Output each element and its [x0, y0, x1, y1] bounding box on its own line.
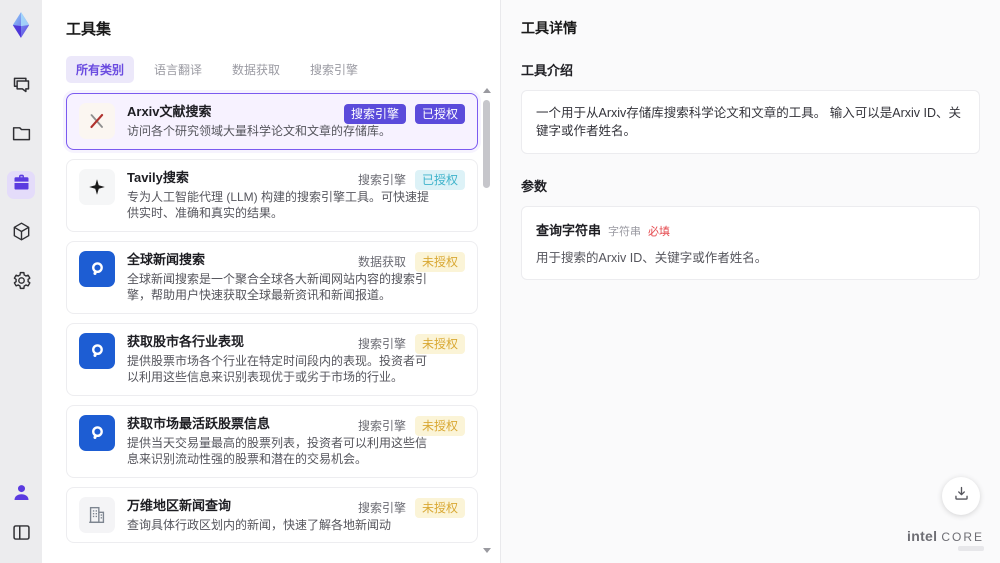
toolset-panel: 工具集 所有类别 语言翻译 数据获取 搜索引擎 Arxiv文献搜索 访问各个研究… — [42, 0, 500, 563]
intel-core-logo: intel core — [907, 528, 984, 551]
tab-all-categories[interactable]: 所有类别 — [66, 56, 135, 83]
packages-nav-button[interactable] — [7, 220, 35, 248]
user-icon — [11, 482, 32, 508]
download-button[interactable] — [942, 477, 980, 515]
category-label: 搜索引擎 — [357, 419, 406, 433]
tool-detail-panel: 工具详情 工具介绍 一个用于从Arxiv存储库搜索科学论文和文章的工具。 输入可… — [500, 0, 1000, 563]
files-nav-button[interactable] — [7, 122, 35, 150]
tab-data-fetch[interactable]: 数据获取 — [222, 56, 290, 83]
collapse-panel-button[interactable] — [7, 521, 35, 549]
rail-bottom — [7, 481, 35, 549]
settings-nav-button[interactable] — [7, 269, 35, 297]
scroll-down-arrow[interactable] — [482, 548, 491, 553]
intro-heading: 工具介绍 — [521, 63, 574, 78]
auth-status-badge: 未授权 — [414, 333, 465, 354]
tool-card-desc: 提供当天交易量最高的股票列表，投资者可以利用这些信息来识别流动性强的股票和潜在的… — [127, 435, 428, 467]
intel-sub-badge — [958, 546, 984, 551]
folder-icon — [11, 123, 32, 149]
account-button[interactable] — [7, 481, 35, 509]
toolset-title: 工具集 — [66, 21, 112, 38]
tool-card-global-news[interactable]: 全球新闻搜索 全球新闻搜索是一个聚合全球各大新闻网站内容的搜索引擎，帮助用户快速… — [66, 240, 478, 314]
tools-nav-button[interactable] — [7, 171, 35, 199]
auth-status-badge: 未授权 — [414, 497, 465, 518]
category-label: 搜索引擎 — [357, 173, 406, 187]
detail-title: 工具详情 — [521, 20, 577, 36]
gear-icon — [11, 270, 32, 296]
param-type: 字符串 — [608, 226, 642, 238]
tool-card-sector-performance[interactable]: 获取股市各行业表现 提供股票市场各个行业在特定时间段内的表现。投资者可以利用这些… — [66, 322, 478, 396]
tool-card-arxiv[interactable]: Arxiv文献搜索 访问各个研究领域大量科学论文和文章的存储库。 搜索引擎 已授… — [66, 93, 478, 150]
params-heading: 参数 — [521, 179, 548, 194]
tab-language-translation[interactable]: 语言翻译 — [144, 56, 212, 83]
param-required-flag: 必填 — [648, 226, 671, 238]
param-name: 查询字符串 — [536, 223, 602, 238]
scrollbar-thumb[interactable] — [483, 100, 490, 188]
tool-card-desc: 专为人工智能代理 (LLM) 构建的搜索引擎工具。可快速提供实时、准确和真实的结… — [127, 189, 430, 221]
scroll-up-arrow[interactable] — [482, 88, 491, 93]
blue-search-logo-icon — [79, 250, 115, 287]
core-wordmark: core — [941, 530, 984, 544]
briefcase-icon — [11, 172, 32, 198]
intel-wordmark: intel — [907, 528, 938, 544]
category-tabs: 所有类别 语言翻译 数据获取 搜索引擎 — [66, 56, 500, 83]
download-icon — [952, 484, 971, 508]
intro-text: 一个用于从Arxiv存储库搜索科学论文和文章的工具。 输入可以是Arxiv ID… — [536, 106, 962, 138]
auth-status-badge: 未授权 — [414, 415, 465, 436]
tool-card-desc: 访问各个研究领域大量科学论文和文章的存储库。 — [127, 124, 392, 138]
blue-search-logo-icon — [79, 414, 115, 451]
tool-card-desc: 全球新闻搜索是一个聚合全球各大新闻网站内容的搜索引擎，帮助用户快速获取全球最新资… — [127, 271, 428, 303]
app-logo — [7, 11, 35, 39]
rail-nav — [7, 73, 35, 297]
cube-icon — [11, 221, 32, 247]
param-box: 查询字符串 字符串 必填 用于搜索的Arxiv ID、关键字或作者姓名。 — [521, 206, 980, 280]
param-desc: 用于搜索的Arxiv ID、关键字或作者姓名。 — [536, 251, 768, 265]
auth-status-badge: 已授权 — [414, 104, 465, 124]
tool-card-tavily[interactable]: Tavily搜索 专为人工智能代理 (LLM) 构建的搜索引擎工具。可快速提供实… — [66, 158, 478, 232]
category-label: 数据获取 — [357, 255, 406, 269]
tool-card-regional-news[interactable]: 万维地区新闻查询 查询具体行政区划内的新闻，快速了解各地新闻动 搜索引擎 未授权 — [66, 486, 478, 543]
category-label: 搜索引擎 — [357, 337, 406, 351]
news-building-icon — [79, 496, 115, 533]
category-label: 搜索引擎 — [357, 501, 406, 515]
category-badge: 搜索引擎 — [343, 104, 406, 124]
tool-card-desc: 提供股票市场各个行业在特定时间段内的表现。投资者可以利用这些信息来识别表现优于或… — [127, 353, 428, 385]
sidebar-toggle-icon — [11, 522, 32, 548]
icon-rail — [0, 0, 42, 563]
auth-status-badge: 未授权 — [414, 251, 465, 272]
tool-cards: Arxiv文献搜索 访问各个研究领域大量科学论文和文章的存储库。 搜索引擎 已授… — [66, 93, 478, 543]
chat-icon — [11, 74, 32, 100]
tool-card-active-stocks[interactable]: 获取市场最活跃股票信息 提供当天交易量最高的股票列表，投资者可以利用这些信息来识… — [66, 404, 478, 478]
tool-card-desc: 查询具体行政区划内的新闻，快速了解各地新闻动 — [127, 517, 392, 532]
arxiv-logo-icon — [79, 103, 115, 139]
tab-search-engine[interactable]: 搜索引擎 — [300, 56, 368, 83]
intro-box: 一个用于从Arxiv存储库搜索科学论文和文章的工具。 输入可以是Arxiv ID… — [521, 90, 980, 154]
four-point-star-icon — [79, 168, 115, 205]
list-scrollbar[interactable] — [482, 88, 491, 553]
auth-status-badge: 已授权 — [414, 169, 465, 190]
chat-nav-button[interactable] — [7, 73, 35, 101]
blue-search-logo-icon — [79, 332, 115, 369]
